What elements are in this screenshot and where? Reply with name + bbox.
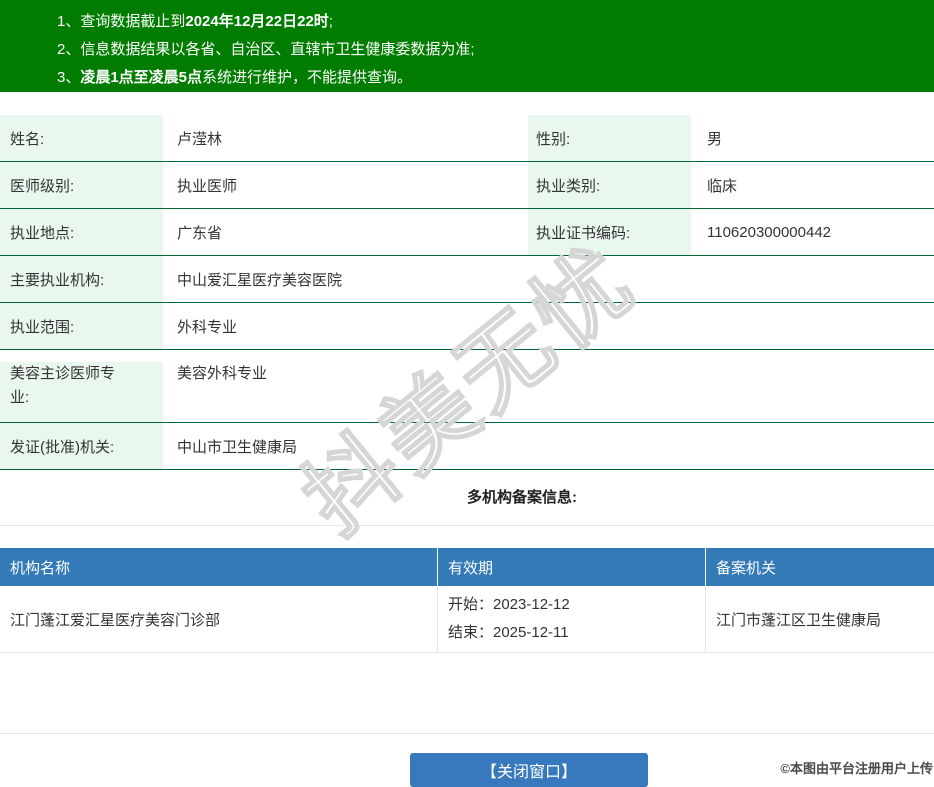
practice-category-label: 执业类别: [528, 162, 691, 208]
license-number-label: 执业证书编码: [528, 209, 691, 255]
validity-cell: 开始：2023-12-12 结束：2025-12-11 [437, 586, 705, 652]
info-row-main-institution: 主要执业机构: 中山爱汇星医疗美容医院 [0, 256, 934, 303]
gender-value: 男 [707, 130, 723, 148]
record-authority-header: 备案机关 [705, 548, 934, 586]
doctor-level-label: 医师级别: [0, 162, 163, 208]
practitioner-info-table: 姓名: 卢滢林 性别: 男 医师级别: 执业医师 执业类别: 临床 执业地点: … [0, 115, 934, 470]
section-title-text: 多机构备案信息: [467, 489, 577, 506]
practice-category-value: 临床 [707, 177, 738, 195]
record-authority-cell: 江门市蓬江区卫生健康局 [705, 586, 934, 652]
footer-divider [0, 733, 934, 734]
table-row: 江门蓬江爱汇星医疗美容门诊部 开始：2023-12-12 结束：2025-12-… [0, 586, 934, 653]
validity-header: 有效期 [437, 548, 705, 586]
main-institution-label: 主要执业机构: [0, 256, 163, 302]
cosmetic-specialty-label: 美容主诊医师专业: [0, 362, 163, 422]
practice-location-label: 执业地点: [0, 209, 163, 255]
notice-line-1: 1、查询数据截止到2024年12月22日22时; [57, 13, 333, 30]
info-row-name-gender: 姓名: 卢滢林 性别: 男 [0, 115, 934, 162]
info-row-cosmetic-specialty: 美容主诊医师专业: 美容外科专业 [0, 350, 934, 423]
close-window-button[interactable]: 【关闭窗口】 [410, 753, 648, 787]
notice-banner: 1、查询数据截止到2024年12月22日22时; 2、信息数据结果以各省、自治区… [0, 0, 934, 92]
doctor-level-value: 执业医师 [177, 177, 238, 195]
name-value: 卢滢林 [177, 130, 223, 148]
notice-line-2: 2、信息数据结果以各省、自治区、直辖市卫生健康委数据为准; [57, 41, 475, 58]
main-institution-value: 中山爱汇星医疗美容医院 [177, 271, 343, 289]
cosmetic-specialty-value: 美容外科专业 [177, 365, 268, 382]
info-row-issuing-authority: 发证(批准)机关: 中山市卫生健康局 [0, 423, 934, 470]
license-number-value: 110620300000442 [707, 223, 832, 241]
info-row-level-category: 医师级别: 执业医师 执业类别: 临床 [0, 162, 934, 209]
name-label: 姓名: [0, 115, 163, 161]
backup-records-table: 机构名称 有效期 备案机关 江门蓬江爱汇星医疗美容门诊部 开始：2023-12-… [0, 548, 934, 653]
validity-start: 开始：2023-12-12 [448, 596, 570, 613]
backup-table-header: 机构名称 有效期 备案机关 [0, 548, 934, 586]
notice-line-3: 3、凌晨1点至凌晨5点系统进行维护，不能提供查询。 [57, 69, 413, 86]
info-row-location-license: 执业地点: 广东省 执业证书编码: 110620300000442 [0, 209, 934, 256]
multi-institution-section-title: 多机构备案信息: [0, 486, 934, 507]
practice-scope-value: 外科专业 [177, 318, 238, 336]
issuing-authority-value: 中山市卫生健康局 [177, 438, 298, 456]
gender-label: 性别: [528, 115, 691, 161]
validity-end: 结束：2025-12-11 [448, 624, 569, 641]
issuing-authority-label: 发证(批准)机关: [0, 423, 163, 469]
section-divider [0, 525, 934, 526]
org-name-header: 机构名称 [10, 559, 71, 577]
copyright-watermark: ©本图由平台注册用户上传 [780, 761, 933, 776]
practice-scope-label: 执业范围: [0, 303, 163, 349]
practice-location-value: 广东省 [177, 224, 223, 242]
org-name-cell: 江门蓬江爱汇星医疗美容门诊部 [10, 611, 221, 629]
info-row-practice-scope: 执业范围: 外科专业 [0, 303, 934, 350]
